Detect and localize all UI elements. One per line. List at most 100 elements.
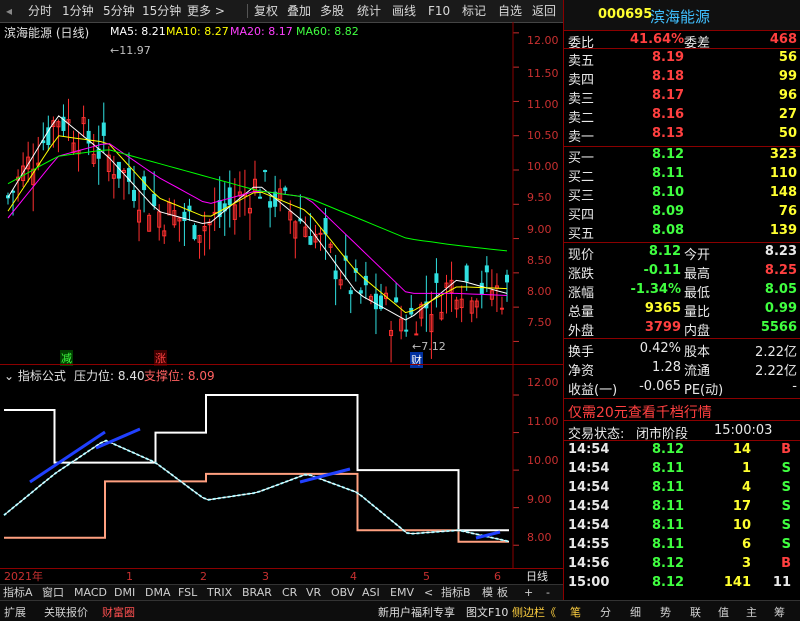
stat-label: 最高 (684, 267, 711, 282)
sell-level-price[interactable]: 8.17 (652, 88, 684, 103)
side-tab-shi[interactable]: 势 (660, 604, 671, 620)
tick-volume: 10 (732, 518, 751, 533)
buy-level-price[interactable]: 8.12 (652, 147, 684, 162)
side-tab-xi[interactable]: 细 (630, 604, 641, 620)
tab-vr[interactable]: VR (306, 586, 321, 600)
y-tick: 9.00 (527, 493, 552, 506)
tab-window[interactable]: 窗口 (42, 586, 64, 600)
indicator-chart[interactable]: ⌄ 指标公式 压力位: 8.40 支撑位: 8.09 12.00 11.00 1… (0, 364, 563, 568)
side-tab-zhi[interactable]: 值 (718, 604, 729, 620)
buy-level-price[interactable]: 8.11 (652, 166, 684, 181)
tick-volume: 14 (732, 442, 751, 457)
stat-label: 总量 (568, 305, 595, 320)
toolbar-btn-zixuan[interactable]: 自选 (498, 3, 522, 19)
tab-board[interactable]: 板 (497, 586, 508, 600)
level-line-0 (4, 394, 509, 532)
menu-arrow-icon[interactable]: ◂ (6, 3, 12, 19)
toolbar-btn-1min[interactable]: 1分钟 (62, 3, 94, 19)
buy-level-volume: 323 (769, 147, 797, 162)
candle-body (505, 274, 509, 283)
side-tab-bi[interactable]: 笔 (570, 604, 581, 620)
tab-dmi[interactable]: DMI (114, 586, 135, 600)
candle-body (414, 333, 419, 336)
tab-prev-arrow[interactable]: < (424, 586, 433, 600)
toolbar-btn-tongji[interactable]: 统计 (357, 3, 381, 19)
y-tick: 10.00 (527, 160, 559, 173)
tab-indicator-a[interactable]: 指标A (3, 586, 33, 600)
sell-level-price[interactable]: 8.18 (652, 69, 684, 84)
toolbar-btn-5min[interactable]: 5分钟 (103, 3, 135, 19)
buy-level-price[interactable]: 8.10 (652, 185, 684, 200)
tab-trix[interactable]: TRIX (207, 586, 232, 600)
status-new-user[interactable]: 新用户福利专享 (378, 604, 455, 620)
tick-price: 8.11 (652, 461, 685, 476)
tick-direction: S (781, 518, 791, 533)
sell-level-price[interactable]: 8.13 (652, 126, 684, 141)
tab-obv[interactable]: OBV (331, 586, 354, 600)
toolbar-btn-duogu[interactable]: 多股 (320, 3, 344, 19)
y-tick: 11.00 (527, 98, 559, 111)
tab-emv[interactable]: EMV (390, 586, 414, 600)
trade-state-time: 15:00:03 (714, 423, 773, 438)
toolbar-btn-f10[interactable]: F10 (428, 3, 450, 19)
trend-segment (29, 430, 106, 484)
tab-dma[interactable]: DMA (145, 586, 171, 600)
tab-add-button[interactable]: + (524, 586, 533, 600)
stat-label: 内盘 (684, 324, 711, 339)
stat-label: 现价 (568, 248, 595, 263)
status-related-quote[interactable]: 关联报价 (44, 604, 88, 620)
toolbar-btn-more[interactable]: 更多 > (187, 3, 225, 19)
status-expand[interactable]: 扩展 (4, 604, 26, 620)
indicator-title[interactable]: ⌄ 指标公式 (4, 367, 66, 384)
tab-brar[interactable]: BRAR (242, 586, 272, 600)
toolbar-btn-fuquan[interactable]: 复权 (254, 3, 278, 19)
high-price-label: ←11.97 (110, 44, 151, 57)
kline-chart[interactable]: 滨海能源 (日线) MA5: 8.21 MA10: 8.27 MA20: 8.1… (0, 22, 564, 368)
toolbar-btn-back[interactable]: 返回 (532, 3, 556, 19)
tab-remove-button[interactable]: - (546, 586, 550, 600)
sell-level-price[interactable]: 8.16 (652, 107, 684, 122)
status-wealth-circle[interactable]: 财富圈 (102, 604, 135, 620)
status-sidebar[interactable]: 侧边栏《 (512, 604, 556, 620)
tab-fsl[interactable]: FSL (178, 586, 197, 600)
promo-banner[interactable]: 仅需20元查看千档行情 (568, 402, 712, 422)
fund-label: PE(动) (684, 383, 724, 398)
indicator-chart-svg (3, 364, 519, 568)
stock-name: 滨海能源 (650, 8, 711, 26)
candle-body (308, 236, 313, 245)
tab-indicator-b[interactable]: 指标B (441, 586, 471, 600)
tick-price: 8.12 (652, 556, 685, 571)
tab-asi[interactable]: ASI (362, 586, 380, 600)
stat-value: 0.99 (764, 301, 797, 316)
tab-macd[interactable]: MACD (74, 586, 107, 600)
toolbar-btn-huaxian[interactable]: 画线 (392, 3, 416, 19)
tick-price: 8.12 (652, 575, 685, 590)
side-tab-lian[interactable]: 联 (690, 604, 701, 620)
toolbar-btn-diejia[interactable]: 叠加 (287, 3, 311, 19)
toolbar-btn-15min[interactable]: 15分钟 (142, 3, 181, 19)
fund-value: -0.065 (639, 379, 681, 394)
tick-volume: 6 (741, 537, 751, 552)
weicha-value: 468 (769, 32, 797, 47)
x-tick: 3 (262, 570, 269, 583)
toolbar-btn-biaoji[interactable]: 标记 (462, 3, 486, 19)
status-f10[interactable]: 图文F10 (466, 604, 508, 620)
tab-template[interactable]: 模 (482, 586, 493, 600)
period-label[interactable]: 日线 (526, 570, 548, 584)
support-legend: 支撑位: 8.09 (144, 369, 215, 383)
fund-label: 流通 (684, 364, 711, 379)
toolbar-btn-fenshi[interactable]: 分时 (28, 3, 52, 19)
tick-direction: 11 (772, 575, 791, 590)
buy-level-volume: 148 (769, 185, 797, 200)
sell-level-volume: 99 (778, 69, 797, 84)
sell-level-price[interactable]: 8.19 (652, 50, 684, 65)
buy-level-price[interactable]: 8.08 (652, 223, 684, 238)
side-tab-chou[interactable]: 筹 (774, 604, 785, 620)
stat-label: 涨幅 (568, 286, 595, 301)
tab-cr[interactable]: CR (282, 586, 297, 600)
buy-level-volume: 110 (769, 166, 797, 181)
candle-body (479, 282, 484, 295)
side-tab-zhu[interactable]: 主 (746, 604, 757, 620)
side-tab-fen[interactable]: 分 (600, 604, 611, 620)
buy-level-price[interactable]: 8.09 (652, 204, 684, 219)
